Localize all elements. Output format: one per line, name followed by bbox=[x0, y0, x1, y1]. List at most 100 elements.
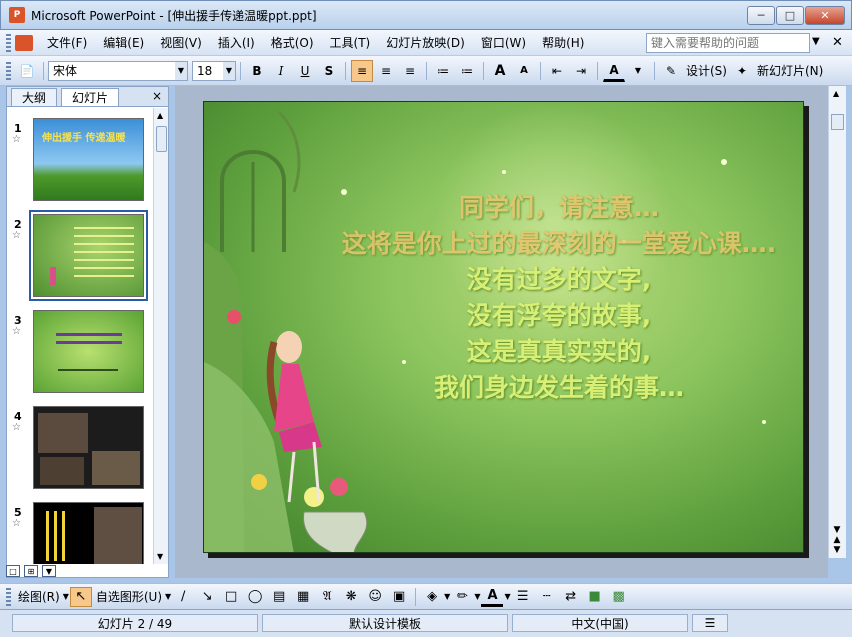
scroll-up-icon[interactable]: ▲ bbox=[833, 89, 839, 98]
italic-button[interactable]: I bbox=[270, 60, 292, 82]
decrease-indent-icon[interactable]: ⇤ bbox=[546, 60, 568, 82]
spelling-check-icon[interactable]: ☰ bbox=[692, 614, 728, 632]
slide-thumbnail-row[interactable]: 3 ☆ bbox=[7, 306, 153, 396]
wordart-icon[interactable]: 𝔄 bbox=[316, 587, 338, 607]
new-slide-icon[interactable]: ✦ bbox=[731, 60, 753, 82]
slide-thumbnail-row[interactable]: 2 ☆ bbox=[7, 210, 153, 301]
vertical-textbox-icon[interactable]: ▦ bbox=[292, 587, 314, 607]
slide-thumbnail-row[interactable]: 1 ☆ 伸出援手 传递温暖 bbox=[7, 114, 153, 204]
help-dropdown-icon[interactable]: ▼ bbox=[812, 36, 820, 47]
scroll-thumb[interactable] bbox=[831, 114, 844, 130]
diagram-icon[interactable]: ❋ bbox=[340, 587, 362, 607]
new-document-icon[interactable]: 📄 bbox=[16, 60, 38, 82]
powerpoint-app-icon[interactable]: P bbox=[9, 7, 25, 23]
slide-text-line: 没有过多的文字, bbox=[466, 265, 652, 294]
toolbar-grip[interactable] bbox=[6, 33, 11, 52]
minimize-button[interactable]: ─ bbox=[747, 6, 775, 25]
design-button[interactable]: 设计(S) bbox=[683, 62, 730, 79]
font-size-combo[interactable]: 18 ▼ bbox=[192, 60, 236, 81]
chevron-down-icon[interactable]: ▼ bbox=[175, 61, 187, 80]
align-right-icon[interactable]: ≡ bbox=[399, 60, 421, 82]
menu-file[interactable]: 文件(F) bbox=[39, 34, 95, 51]
chevron-down-icon[interactable]: ▼ bbox=[504, 592, 510, 601]
font-name-combo[interactable]: 宋体 ▼ bbox=[48, 60, 188, 81]
menu-insert[interactable]: 插入(I) bbox=[210, 34, 263, 51]
slide-scrollbar[interactable]: ▲ bbox=[828, 86, 846, 558]
slide-text-box[interactable]: 同学们，请注意… 这将是你上过的最深刻的一堂爱心课…. 没有过多的文字, 没有浮… bbox=[314, 190, 803, 406]
slide-thumbnail[interactable] bbox=[33, 406, 144, 489]
shrink-font-button[interactable]: A bbox=[513, 60, 535, 82]
draw-menu-button[interactable]: 绘图(R) bbox=[15, 588, 63, 605]
scroll-down-icon[interactable]: ▼ bbox=[828, 525, 846, 535]
current-slide[interactable]: 同学们，请注意… 这将是你上过的最深刻的一堂爱心课…. 没有过多的文字, 没有浮… bbox=[203, 101, 804, 553]
slide-thumbnail-row[interactable]: 5 ☆ bbox=[7, 498, 153, 564]
dash-style-icon[interactable]: ┄ bbox=[536, 587, 558, 607]
increase-indent-icon[interactable]: ⇥ bbox=[570, 60, 592, 82]
select-pointer-icon[interactable]: ↖ bbox=[69, 586, 92, 607]
arrow-icon[interactable]: ↘ bbox=[196, 587, 218, 607]
slideshow-view-icon[interactable]: ▼ bbox=[42, 565, 56, 577]
menu-tools[interactable]: 工具(T) bbox=[322, 34, 379, 51]
chevron-down-icon[interactable]: ▼ bbox=[63, 592, 69, 601]
fill-color-icon[interactable]: ◈ bbox=[421, 587, 443, 607]
menu-help[interactable]: 帮助(H) bbox=[534, 34, 592, 51]
align-left-icon[interactable]: ≡ bbox=[351, 59, 373, 82]
font-color-button[interactable]: A bbox=[603, 60, 625, 82]
bulleted-list-icon[interactable]: ≔ bbox=[456, 60, 478, 82]
document-close-icon[interactable]: ✕ bbox=[832, 35, 843, 50]
close-button[interactable]: ✕ bbox=[805, 6, 845, 25]
scroll-up-icon[interactable]: ▲ bbox=[157, 111, 163, 120]
menu-format[interactable]: 格式(O) bbox=[263, 34, 322, 51]
menu-window[interactable]: 窗口(W) bbox=[473, 34, 534, 51]
grow-font-button[interactable]: A bbox=[489, 60, 511, 82]
toolbar-grip[interactable] bbox=[6, 587, 11, 606]
menu-view[interactable]: 视图(V) bbox=[152, 34, 210, 51]
slide-thumbnail[interactable] bbox=[33, 502, 144, 564]
3d-style-icon[interactable]: ▩ bbox=[608, 587, 630, 607]
slide-sorter-view-icon[interactable]: ⊞ bbox=[24, 565, 38, 577]
normal-view-icon[interactable]: □ bbox=[6, 565, 20, 577]
previous-slide-icon[interactable]: ▲ bbox=[828, 535, 846, 545]
tab-outline[interactable]: 大纲 bbox=[11, 88, 58, 106]
chevron-down-icon[interactable]: ▼ bbox=[474, 592, 480, 601]
clipart-icon[interactable]: ☺ bbox=[364, 587, 386, 607]
slide-thumbnail[interactable] bbox=[29, 210, 148, 301]
line-style-icon[interactable]: ☰ bbox=[512, 587, 534, 607]
shadow-style-icon[interactable]: ■ bbox=[584, 587, 606, 607]
autoshapes-button[interactable]: 自选图形(U) bbox=[93, 588, 165, 605]
line-icon[interactable]: ∕ bbox=[172, 587, 194, 607]
scroll-down-icon[interactable]: ▼ bbox=[157, 552, 163, 561]
align-center-icon[interactable]: ≡ bbox=[375, 60, 397, 82]
chevron-down-icon[interactable]: ▼ bbox=[165, 592, 171, 601]
new-slide-button[interactable]: 新幻灯片(N) bbox=[754, 62, 826, 79]
numbered-list-icon[interactable]: ≔ bbox=[432, 60, 454, 82]
slide-thumbnail[interactable] bbox=[33, 310, 144, 393]
arrow-style-icon[interactable]: ⇄ bbox=[560, 587, 582, 607]
scroll-thumb[interactable] bbox=[156, 126, 167, 152]
oval-icon[interactable]: ◯ bbox=[244, 587, 266, 607]
thumbnails-scrollbar[interactable]: ▲ ▼ bbox=[153, 108, 168, 564]
document-icon[interactable] bbox=[15, 34, 33, 51]
chevron-down-icon[interactable]: ▼ bbox=[444, 592, 450, 601]
font-color-icon[interactable]: A bbox=[481, 587, 504, 607]
picture-icon[interactable]: ▣ bbox=[388, 587, 410, 607]
tab-slides[interactable]: 幻灯片 bbox=[61, 88, 120, 106]
close-icon[interactable]: × bbox=[152, 89, 162, 103]
slide-thumbnail[interactable]: 伸出援手 传递温暖 bbox=[33, 118, 144, 201]
maximize-button[interactable]: □ bbox=[776, 6, 804, 25]
design-icon[interactable]: ✎ bbox=[660, 60, 682, 82]
bold-button[interactable]: B bbox=[246, 60, 268, 82]
chevron-down-icon[interactable]: ▼ bbox=[627, 60, 649, 82]
next-slide-icon[interactable]: ▼ bbox=[828, 545, 846, 555]
underline-button[interactable]: U bbox=[294, 60, 316, 82]
toolbar-grip[interactable] bbox=[6, 61, 11, 80]
textbox-icon[interactable]: ▤ bbox=[268, 587, 290, 607]
line-color-icon[interactable]: ✏ bbox=[451, 587, 473, 607]
help-search-input[interactable] bbox=[646, 33, 810, 53]
slide-thumbnail-row[interactable]: 4 ☆ bbox=[7, 402, 153, 492]
shadow-button[interactable]: S bbox=[318, 60, 340, 82]
menu-slideshow[interactable]: 幻灯片放映(D) bbox=[378, 34, 473, 51]
chevron-down-icon[interactable]: ▼ bbox=[223, 61, 235, 80]
rectangle-icon[interactable]: □ bbox=[220, 587, 242, 607]
menu-edit[interactable]: 编辑(E) bbox=[95, 34, 152, 51]
